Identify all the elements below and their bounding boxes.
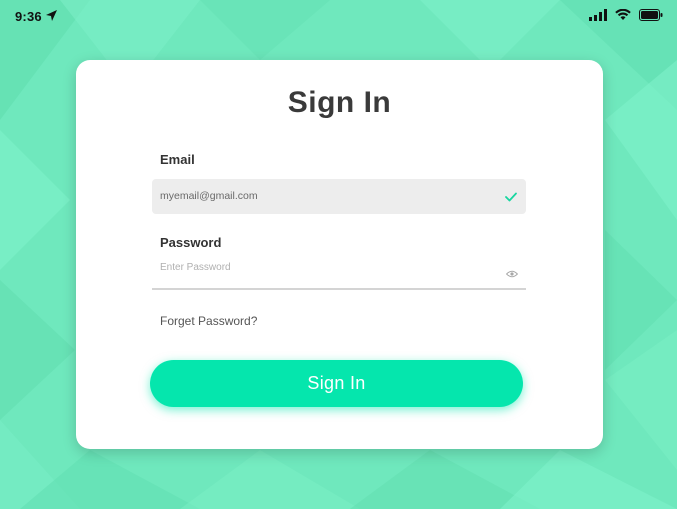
- password-label: Password: [160, 235, 222, 250]
- password-field[interactable]: Enter Password: [152, 258, 526, 290]
- check-icon: [505, 192, 517, 202]
- password-placeholder: Enter Password: [160, 262, 231, 273]
- forgot-password-link[interactable]: Forget Password?: [160, 314, 257, 328]
- eye-icon[interactable]: [506, 270, 518, 278]
- location-arrow-icon: [46, 10, 57, 21]
- sign-in-button[interactable]: Sign In: [150, 360, 523, 407]
- sign-in-card: Sign In Email myemail@gmail.com Password…: [76, 60, 603, 449]
- battery-icon: [639, 9, 663, 21]
- email-value: myemail@gmail.com: [160, 190, 258, 202]
- status-bar: 9:36: [0, 0, 677, 34]
- wifi-icon: [615, 9, 631, 20]
- status-time: 9:36: [15, 9, 42, 24]
- status-icons: [589, 9, 663, 21]
- email-label: Email: [160, 152, 195, 167]
- signal-bars-icon: [589, 9, 607, 21]
- page-title: Sign In: [287, 86, 392, 119]
- email-field[interactable]: myemail@gmail.com: [152, 179, 526, 214]
